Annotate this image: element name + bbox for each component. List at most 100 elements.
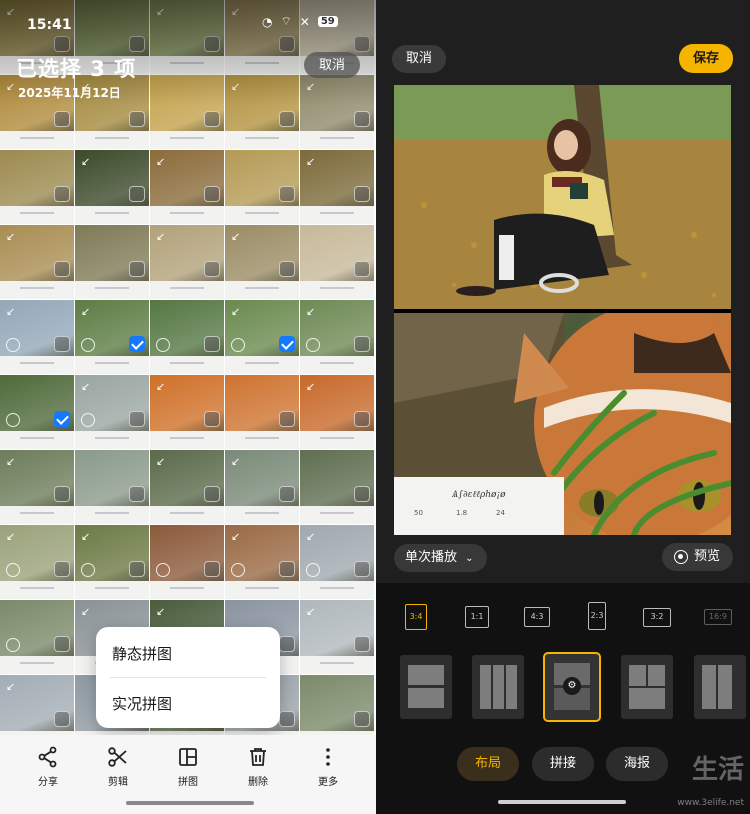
collage-photo-girl[interactable] <box>394 85 731 309</box>
photo-thumbnail[interactable] <box>0 600 74 674</box>
photo-thumbnail[interactable]: ↙ <box>150 150 224 224</box>
select-checkbox[interactable] <box>54 261 70 277</box>
select-checkbox[interactable] <box>354 561 370 577</box>
photo-thumbnail[interactable] <box>75 225 149 299</box>
select-checkbox[interactable] <box>204 486 220 502</box>
preview-button[interactable]: 预览 <box>662 543 733 571</box>
photo-thumbnail[interactable]: ↙ <box>0 300 74 374</box>
select-checkbox[interactable] <box>54 636 70 652</box>
photo-thumbnail[interactable]: ↙ <box>75 150 149 224</box>
select-checkbox[interactable] <box>279 186 295 202</box>
select-checkbox[interactable] <box>204 186 220 202</box>
layout-two-rows[interactable] <box>400 655 452 719</box>
select-checkbox[interactable] <box>129 186 145 202</box>
photo-thumbnail[interactable]: ↙ <box>300 300 374 374</box>
select-checkbox[interactable] <box>279 261 295 277</box>
select-checkbox[interactable] <box>279 561 295 577</box>
layout-top-split[interactable] <box>621 655 673 719</box>
ratio-16-9[interactable]: 16:9 <box>704 609 732 625</box>
home-indicator[interactable] <box>498 800 626 804</box>
select-checkbox[interactable] <box>279 111 295 127</box>
select-checkbox[interactable] <box>204 261 220 277</box>
select-checkbox[interactable] <box>54 561 70 577</box>
select-checkbox[interactable] <box>54 111 70 127</box>
photo-thumbnail[interactable]: ↙ <box>225 450 299 524</box>
photo-thumbnail[interactable]: ↙ <box>300 525 374 599</box>
photo-thumbnail[interactable]: ↙ <box>300 375 374 449</box>
photo-thumbnail[interactable]: ↙ <box>0 450 74 524</box>
select-checkbox[interactable] <box>354 261 370 277</box>
select-checkbox[interactable] <box>204 336 220 352</box>
select-checkbox[interactable] <box>129 336 145 352</box>
select-checkbox[interactable] <box>354 636 370 652</box>
select-checkbox[interactable] <box>204 411 220 427</box>
ratio-3-2[interactable]: 3:2 <box>643 608 671 627</box>
tab-stitch[interactable]: 拼接 <box>532 747 594 781</box>
photo-thumbnail[interactable]: ↙ <box>225 300 299 374</box>
select-checkbox[interactable] <box>279 411 295 427</box>
collage-preview[interactable]: Ѧ∫∂εℓℓρhø¡ø 50 1.8 24 <box>394 85 731 535</box>
select-checkbox[interactable] <box>54 186 70 202</box>
photo-thumbnail[interactable] <box>300 225 374 299</box>
select-checkbox[interactable] <box>129 411 145 427</box>
select-checkbox[interactable] <box>54 711 70 727</box>
share-button[interactable]: 分享 <box>28 745 68 814</box>
ratio-3-4[interactable]: 3:4 <box>405 604 427 630</box>
editor-save-button[interactable]: 保存 <box>679 44 733 73</box>
select-checkbox[interactable] <box>54 336 70 352</box>
photo-thumbnail[interactable]: ↙ <box>300 150 374 224</box>
cancel-selection-button[interactable]: 取消 <box>304 52 360 78</box>
select-checkbox[interactable] <box>204 111 220 127</box>
select-checkbox[interactable] <box>54 411 70 427</box>
select-checkbox[interactable] <box>129 486 145 502</box>
photo-thumbnail[interactable] <box>0 150 74 224</box>
layout-stacked-selected[interactable]: ⚙ <box>543 652 601 722</box>
photo-thumbnail[interactable]: ↙ <box>225 225 299 299</box>
photo-thumbnail[interactable]: ↙ <box>150 450 224 524</box>
select-checkbox[interactable] <box>129 111 145 127</box>
photo-thumbnail[interactable]: ↙ <box>225 525 299 599</box>
photo-thumbnail[interactable] <box>225 375 299 449</box>
more-button[interactable]: 更多 <box>308 745 348 814</box>
photo-thumbnail[interactable] <box>150 525 224 599</box>
layout-three-columns[interactable] <box>472 655 524 719</box>
ratio-4-3[interactable]: 4:3 <box>524 607 550 627</box>
photo-thumbnail[interactable]: ↙ <box>75 300 149 374</box>
photo-thumbnail[interactable] <box>150 300 224 374</box>
photo-thumbnail[interactable]: ↙ <box>75 525 149 599</box>
select-checkbox[interactable] <box>279 336 295 352</box>
photo-thumbnail[interactable]: ↙ <box>0 225 74 299</box>
photo-thumbnail[interactable]: ↙ <box>300 600 374 674</box>
layout-side-split[interactable] <box>694 655 746 719</box>
select-checkbox[interactable] <box>54 486 70 502</box>
ratio-2-3[interactable]: 2:3 <box>588 602 606 630</box>
menu-item-static-collage[interactable]: 静态拼图 <box>112 643 172 664</box>
tab-poster[interactable]: 海报 <box>606 747 668 781</box>
tab-layout[interactable]: 布局 <box>457 747 519 781</box>
select-checkbox[interactable] <box>129 261 145 277</box>
select-checkbox[interactable] <box>354 411 370 427</box>
play-mode-dropdown[interactable]: 单次播放 ⌄ <box>394 544 487 572</box>
photo-thumbnail[interactable]: ↙ <box>150 375 224 449</box>
select-checkbox[interactable] <box>279 486 295 502</box>
select-checkbox[interactable] <box>279 636 295 652</box>
photo-thumbnail[interactable]: ↙ <box>0 525 74 599</box>
select-checkbox[interactable] <box>279 711 295 727</box>
select-checkbox[interactable] <box>354 711 370 727</box>
photo-thumbnail[interactable] <box>300 450 374 524</box>
photo-thumbnail[interactable] <box>225 150 299 224</box>
select-checkbox[interactable] <box>354 486 370 502</box>
select-checkbox[interactable] <box>354 336 370 352</box>
ratio-1-1[interactable]: 1:1 <box>465 606 489 628</box>
editor-cancel-button[interactable]: 取消 <box>392 45 446 73</box>
photo-thumbnail[interactable] <box>0 375 74 449</box>
photo-thumbnail[interactable]: ↙ <box>75 375 149 449</box>
collage-photo-cat[interactable]: Ѧ∫∂εℓℓρhø¡ø 50 1.8 24 <box>394 313 731 535</box>
photo-thumbnail[interactable] <box>75 450 149 524</box>
menu-item-live-collage[interactable]: 实况拼图 <box>112 693 172 714</box>
select-checkbox[interactable] <box>354 111 370 127</box>
select-checkbox[interactable] <box>129 561 145 577</box>
select-checkbox[interactable] <box>204 561 220 577</box>
home-indicator[interactable] <box>126 801 254 805</box>
select-checkbox[interactable] <box>354 186 370 202</box>
